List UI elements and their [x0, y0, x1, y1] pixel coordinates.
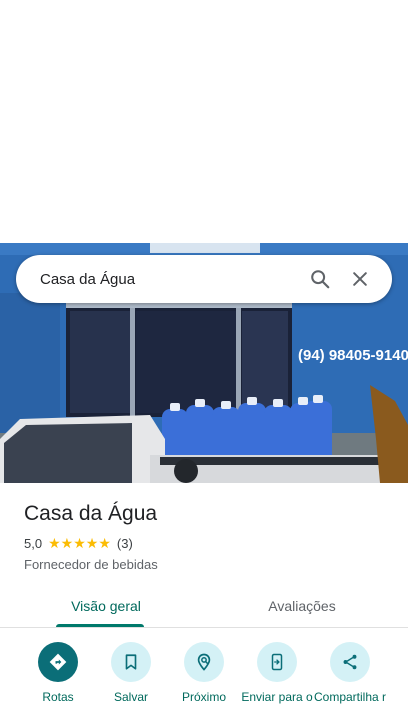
search-input[interactable]: Casa da Água	[40, 271, 300, 288]
save-button[interactable]: Salvar	[92, 642, 170, 704]
place-title: Casa da Água	[24, 502, 158, 525]
map-area-blank	[0, 0, 408, 243]
close-icon[interactable]	[340, 259, 380, 299]
star-icon: ★	[48, 535, 61, 551]
nearby-icon	[184, 642, 224, 682]
star-icon: ★	[85, 535, 99, 551]
action-bar: Rotas Salvar Próximo Enviar para o Compa…	[0, 640, 408, 726]
bookmark-icon	[111, 642, 151, 682]
place-category[interactable]: Fornecedor de bebidas	[24, 556, 384, 574]
send-to-phone-label: Enviar para o	[241, 690, 313, 704]
send-to-phone-icon	[257, 642, 297, 682]
photo-phone-sign: (94) 98405-9140	[298, 347, 408, 364]
nearby-button[interactable]: Próximo	[165, 642, 243, 704]
tab-bar: Visão geral Avaliações	[0, 584, 408, 628]
star-icon: ★	[60, 535, 74, 551]
directions-label: Rotas	[42, 690, 74, 704]
nearby-label: Próximo	[181, 690, 226, 704]
star-icon: ★	[98, 535, 111, 551]
share-icon	[330, 642, 370, 682]
review-count: (3)	[116, 535, 133, 551]
rating-row[interactable]: 5,0 ★ ★ ★ ★ ★ (3)	[24, 534, 384, 552]
rating-value: 5,0	[24, 535, 43, 551]
save-label: Salvar	[113, 690, 148, 704]
search-bar[interactable]: Casa da Água	[16, 255, 392, 303]
rating-stars: ★ ★ ★ ★ ★	[48, 536, 111, 550]
tab-reviews[interactable]: Avaliações	[242, 584, 362, 628]
share-button[interactable]: Compartilha r	[311, 642, 389, 704]
tab-overview[interactable]: Visão geral	[46, 584, 166, 628]
share-label: Compartilha r	[313, 690, 387, 704]
star-icon: ★	[73, 535, 86, 551]
send-to-phone-button[interactable]: Enviar para o	[238, 642, 316, 704]
search-icon[interactable]	[300, 259, 340, 299]
active-tab-indicator	[56, 624, 144, 627]
directions-button[interactable]: Rotas	[19, 642, 97, 704]
directions-icon	[38, 642, 78, 682]
place-info: Casa da Água 5,0 ★ ★ ★ ★ ★ (3) Fornecedor de…	[24, 500, 384, 574]
